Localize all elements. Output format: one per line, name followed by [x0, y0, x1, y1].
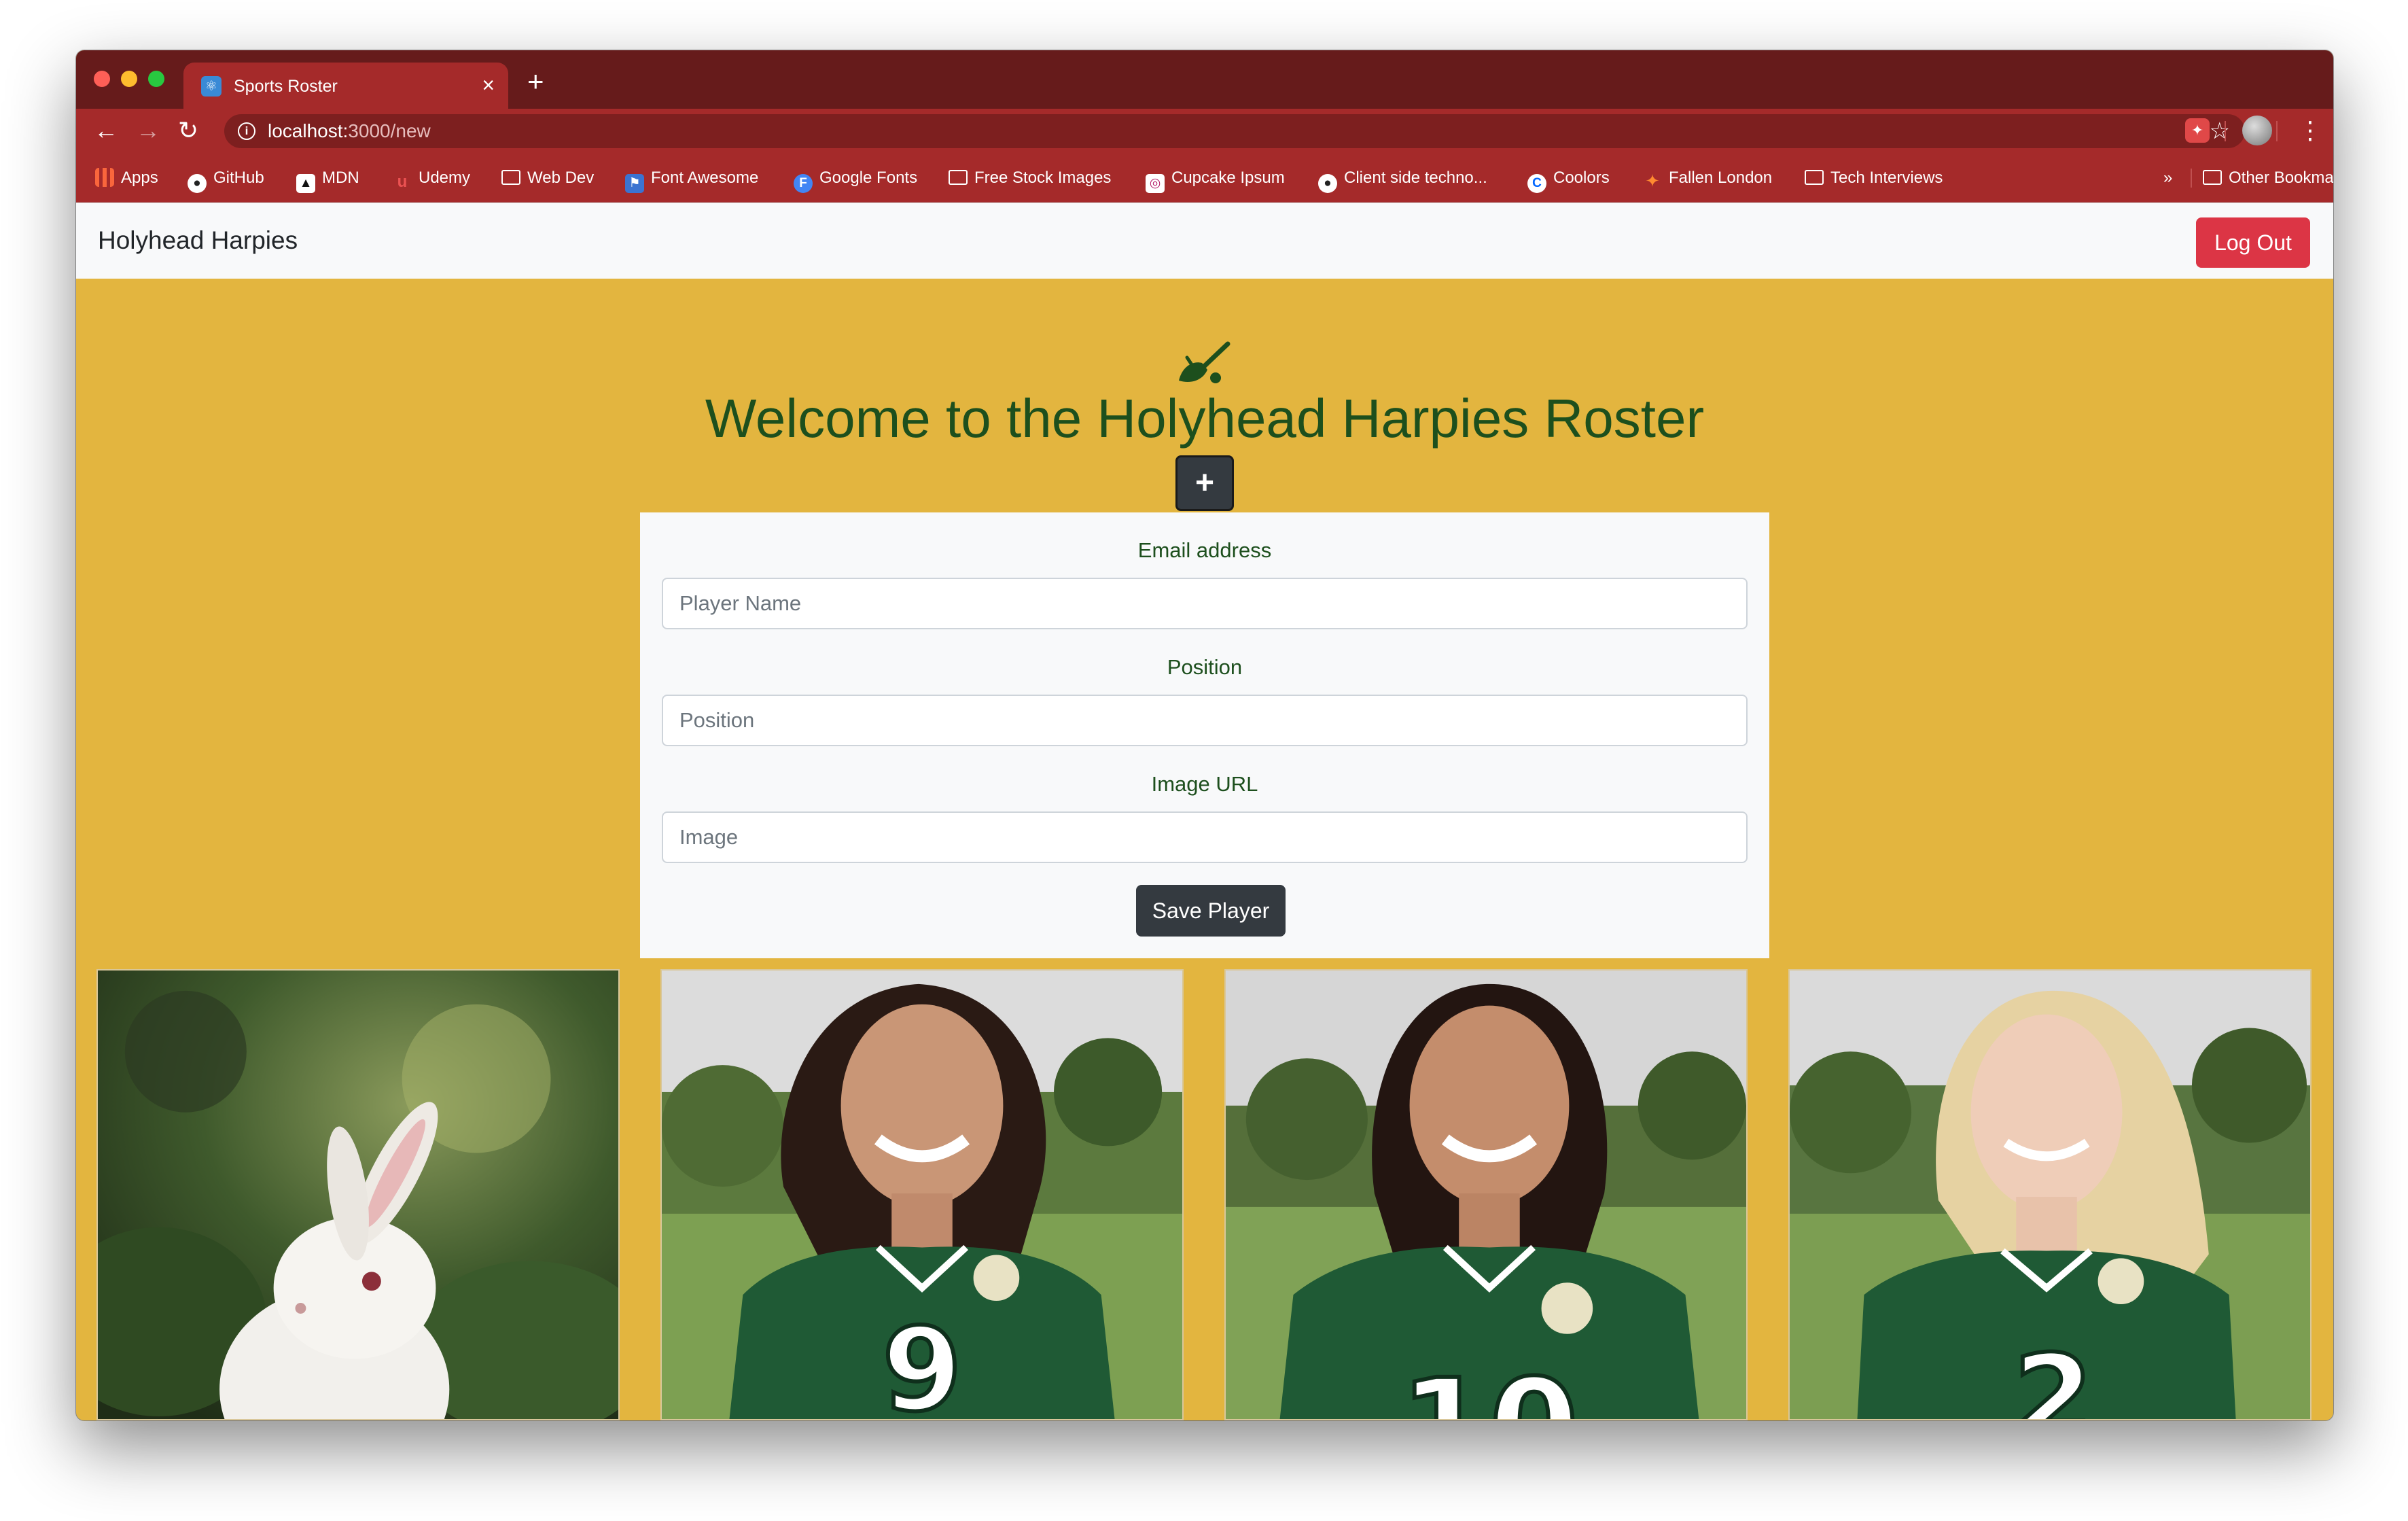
bookmark-label: MDN [322, 169, 359, 187]
bookmark-font-awesome[interactable]: ⚑ Font Awesome [625, 167, 759, 193]
navbar-brand[interactable]: Holyhead Harpies [98, 226, 298, 256]
bookmark-apps[interactable]: Apps [95, 167, 158, 189]
bookmark-label: Other Bookmarks [2229, 169, 2333, 187]
address-bar[interactable]: i localhost:3000/new ☆ [224, 114, 2245, 148]
bookmark-web-dev[interactable]: Web Dev [501, 167, 594, 189]
bookmark-label: Client side techno... [1344, 169, 1487, 187]
jersey-number: 9 [882, 1303, 962, 1419]
toolbar-divider [2276, 121, 2278, 141]
cupcake-icon: ◎ [1146, 174, 1165, 193]
jersey-number: 10 [1400, 1352, 1578, 1419]
bookmark-label: Coolors [1553, 169, 1610, 187]
fallen-london-icon: ✦ [1645, 171, 1660, 191]
bookmark-coolors[interactable]: C Coolors [1527, 167, 1610, 193]
player-photo: 2 [1790, 971, 2310, 1419]
jersey-number: 2 [2013, 1330, 2093, 1419]
close-window-button[interactable] [94, 71, 110, 87]
tab-title: Sports Roster [234, 77, 338, 96]
bookmark-label: GitHub [213, 169, 264, 187]
forward-arrow-icon[interactable]: → [136, 116, 160, 145]
folder-icon [2203, 170, 2222, 185]
maximize-window-button[interactable] [148, 71, 164, 87]
player-name-label: Email address [1137, 538, 1272, 562]
bookmark-label: Google Fonts [819, 169, 918, 187]
more-bookmarks-chevron-icon[interactable]: » [2163, 167, 2172, 189]
back-arrow-icon[interactable]: ← [94, 116, 118, 145]
app-navbar: Holyhead Harpies Log Out [76, 203, 2333, 279]
folder-icon [501, 170, 520, 185]
bookmarks-bar: Apps ● GitHub ▲ MDN u Udemy Web Dev ⚑ Font A… [76, 154, 2333, 203]
bookmark-label: Font Awesome [651, 169, 759, 187]
browser-menu-icon[interactable]: ⋮ [2298, 114, 2322, 147]
player-name-input[interactable] [662, 578, 1748, 629]
extension-icon[interactable]: ✦ [2185, 118, 2210, 143]
bookmark-label: Web Dev [527, 169, 595, 187]
url-path: 3000/new [348, 120, 431, 141]
apps-icon [95, 168, 114, 187]
player-card[interactable]: 9 [660, 969, 1184, 1420]
folder-icon [1805, 170, 1824, 185]
bookmark-other-bookmarks[interactable]: Other Bookmarks [2203, 167, 2333, 189]
coolors-icon: C [1527, 174, 1546, 193]
bookmark-free-stock-images[interactable]: Free Stock Images [949, 167, 1111, 189]
tab-sports-roster[interactable]: ⚛ Sports Roster × [183, 63, 508, 109]
profile-avatar-icon[interactable] [2242, 116, 2272, 145]
position-input[interactable] [662, 695, 1748, 746]
bookmark-udemy[interactable]: u Udemy [393, 167, 471, 191]
player-card[interactable]: 2 [1788, 969, 2312, 1420]
font-awesome-icon: ⚑ [625, 174, 644, 193]
bookmark-google-fonts[interactable]: F Google Fonts [794, 167, 918, 193]
minimize-window-button[interactable] [121, 71, 137, 87]
toolbar-divider [2225, 121, 2226, 141]
url-text: localhost:3000/new [268, 120, 431, 142]
info-icon[interactable]: i [238, 122, 255, 140]
rabbit-photo [98, 971, 618, 1419]
bookmark-label: Cupcake Ipsum [1171, 169, 1285, 187]
image-url-label: Image URL [1151, 772, 1258, 796]
new-tab-button[interactable]: + [527, 67, 544, 97]
close-icon[interactable]: × [482, 73, 495, 97]
bookmark-client-side[interactable]: ● Client side techno... [1318, 167, 1487, 193]
player-photo: 10 [1226, 971, 1746, 1419]
bookmark-tech-interviews[interactable]: Tech Interviews [1805, 167, 1943, 189]
bookmark-star-icon[interactable]: ☆ [2210, 118, 2230, 144]
reload-icon[interactable]: ↻ [178, 116, 198, 145]
player-card[interactable] [96, 969, 620, 1420]
player-card[interactable]: 10 [1224, 969, 1748, 1420]
browser-toolbar: ← → ↻ i localhost:3000/new ☆ ✦ ⋮ [76, 109, 2333, 154]
browser-window: ⚛ Sports Roster × + ← → ↻ i localhost:30… [76, 50, 2333, 1420]
bookmark-label: Free Stock Images [974, 169, 1112, 187]
save-player-button[interactable]: Save Player [1136, 885, 1286, 937]
github-icon: ● [1318, 174, 1337, 193]
bookmark-fallen-london[interactable]: ✦ Fallen London [1643, 167, 1773, 191]
url-host: localhost: [268, 120, 349, 141]
logout-button[interactable]: Log Out [2196, 217, 2310, 268]
add-player-button[interactable]: + [1175, 455, 1234, 511]
bookmark-label: Tech Interviews [1830, 169, 1943, 187]
bookmark-label: Udemy [419, 169, 471, 187]
position-label: Position [1167, 655, 1243, 679]
folder-icon [949, 170, 968, 185]
google-fonts-icon: F [794, 174, 813, 193]
tab-strip: ⚛ Sports Roster × + [76, 50, 2333, 109]
bookmark-cupcake-ipsum[interactable]: ◎ Cupcake Ipsum [1146, 167, 1285, 193]
github-icon: ● [188, 174, 207, 193]
broom-icon [1179, 341, 1230, 383]
bookmark-label: Fallen London [1669, 169, 1773, 187]
react-icon: ⚛ [201, 76, 222, 97]
mdn-icon: ▲ [296, 174, 315, 193]
image-url-input[interactable] [662, 811, 1748, 863]
page-title: Welcome to the Holyhead Harpies Roster [705, 388, 1705, 449]
player-photo: 9 [662, 971, 1182, 1419]
bookmark-mdn[interactable]: ▲ MDN [296, 167, 359, 193]
bookmarks-divider [2191, 169, 2192, 188]
udemy-icon: u [397, 173, 408, 191]
bookmark-github[interactable]: ● GitHub [188, 167, 264, 193]
new-player-form: Email address Position Image URL Save Pl… [640, 512, 1769, 958]
bookmark-label: Apps [121, 169, 158, 187]
